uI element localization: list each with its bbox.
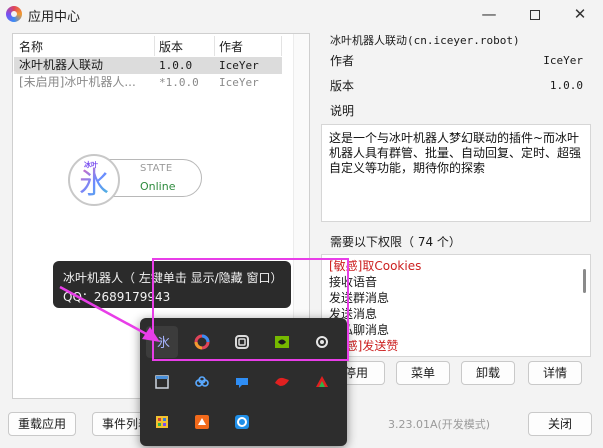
column-separator — [154, 36, 155, 56]
description-text: 这是一个与冰叶机器人梦幻联动的插件~而冰叶机器人具有群管、批量、自动回复、定时、… — [329, 131, 582, 175]
permissions-title: 需要以下权限（ 74 个） — [330, 235, 461, 249]
logo-glyph: 氷 — [70, 166, 118, 202]
plugin-name: 冰叶机器人联动 — [19, 58, 104, 72]
tray-tooltip: 冰叶机器人（ 左键单击 显示/隐藏 窗口） QQ：2689179943 — [53, 261, 291, 308]
author-label: 作者 — [330, 54, 355, 68]
plugin-version: 1.0.0 — [159, 59, 193, 72]
menu-button[interactable]: 菜单 — [396, 361, 450, 385]
permission-item: 发送群消息 — [329, 291, 390, 305]
minimize-button[interactable]: — — [466, 0, 512, 28]
window-title: 应用中心 — [28, 10, 81, 25]
column-separator — [281, 36, 282, 56]
permission-item: [敏感]取Cookies — [329, 259, 422, 273]
permissions-list[interactable]: [敏感]取Cookies 接收语音 发送群消息 发送消息 取私聊消息 [敏感]发… — [321, 254, 591, 357]
chat-bubble-icon[interactable] — [226, 366, 258, 398]
sync-refresh-icon[interactable] — [226, 406, 258, 438]
window-icon[interactable] — [146, 366, 178, 398]
column-header-name[interactable]: 名称 — [19, 38, 43, 56]
settings-dial-icon[interactable] — [306, 326, 338, 358]
plugin-author: IceYer — [219, 59, 259, 72]
tooltip-qq: QQ：2689179943 — [63, 290, 171, 304]
system-tray-flyout: 氷 — [140, 318, 347, 446]
state-value: Online — [140, 180, 176, 193]
close-button[interactable]: 关闭 — [528, 412, 592, 436]
plugin-version: *1.0.0 — [159, 76, 199, 89]
colorful-ring-icon[interactable] — [186, 326, 218, 358]
color-triangle-icon[interactable] — [306, 366, 338, 398]
maximize-icon — [530, 9, 540, 20]
version-text: 3.23.01A(开发模式) — [388, 418, 491, 431]
column-header-version[interactable]: 版本 — [159, 38, 183, 56]
nvidia-icon[interactable] — [266, 326, 298, 358]
description-box[interactable]: 这是一个与冰叶机器人梦幻联动的插件~而冰叶机器人具有群管、批量、自动回复、定时、… — [321, 124, 591, 222]
permissions-scrollbar[interactable] — [583, 269, 586, 293]
state-label: STATE — [140, 163, 173, 174]
plugin-name: [未启用]冰叶机器人... — [19, 75, 136, 89]
iceyer-logo-icon: 冰叶 氷 — [68, 154, 120, 206]
uninstall-button[interactable]: 卸载 — [461, 361, 515, 385]
maximize-button[interactable] — [512, 0, 558, 28]
app-logo-icon — [6, 6, 22, 22]
title-bar: 应用中心 — ✕ — [0, 0, 603, 28]
grid-app-icon[interactable] — [146, 406, 178, 438]
author-value: IceYer — [543, 54, 583, 67]
plugin-row[interactable]: 冰叶机器人联动 1.0.0 IceYer — [14, 57, 282, 74]
permission-item: 接收语音 — [329, 275, 378, 289]
details-button[interactable]: 详情 — [528, 361, 582, 385]
version-value: 1.0.0 — [549, 79, 583, 92]
column-header-author[interactable]: 作者 — [219, 38, 243, 56]
orange-app-icon[interactable] — [186, 406, 218, 438]
iceyer-robot-icon[interactable]: 氷 — [146, 326, 178, 358]
gaming-mouse-icon[interactable] — [266, 366, 298, 398]
version-label: 版本 — [330, 79, 355, 93]
close-window-button[interactable]: ✕ — [557, 0, 603, 28]
plugin-id: 冰叶机器人联动(cn.iceyer.robot) — [330, 34, 520, 47]
description-label: 说明 — [330, 104, 355, 118]
svg-text:氷: 氷 — [157, 336, 170, 350]
plugin-author: IceYer — [219, 76, 259, 89]
tooltip-title: 冰叶机器人（ 左键单击 显示/隐藏 窗口） — [63, 271, 283, 285]
network-icon[interactable] — [226, 326, 258, 358]
cloud-sync-icon[interactable] — [186, 366, 218, 398]
reload-apps-button[interactable]: 重载应用 — [8, 412, 76, 436]
column-separator — [214, 36, 215, 56]
plugin-row[interactable]: [未启用]冰叶机器人... *1.0.0 IceYer — [14, 74, 282, 91]
